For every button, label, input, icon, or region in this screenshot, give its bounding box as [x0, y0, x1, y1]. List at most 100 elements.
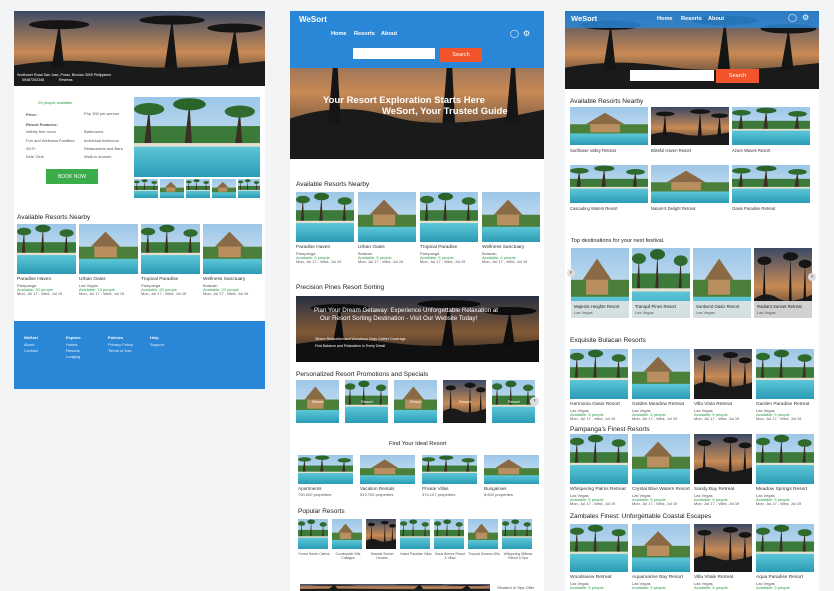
resort-card-name[interactable]: Aqua Paradise Resort — [756, 575, 803, 580]
gallery-thumb[interactable] — [212, 179, 236, 198]
resort-card-image[interactable] — [79, 224, 138, 274]
resort-card-image[interactable] — [732, 107, 810, 145]
resort-card-name[interactable]: Tropical Paradise — [420, 245, 457, 250]
resort-card-image[interactable] — [570, 524, 628, 572]
resort-card-image[interactable] — [694, 349, 752, 399]
popular-card-name[interactable]: Island Paradise Villas — [400, 552, 432, 556]
settings-icon[interactable]: ⚙ — [523, 29, 530, 38]
resort-card-image[interactable] — [694, 524, 752, 572]
popular-card-image[interactable] — [434, 519, 464, 549]
popular-card-name[interactable]: Whispering Willows Resort & Spa — [502, 552, 534, 560]
popular-card-name[interactable]: Seaside Sunset Houses — [366, 552, 398, 560]
carousel-next-icon[interactable]: › — [530, 397, 539, 406]
brand-logo[interactable]: WeSort — [299, 15, 327, 24]
book-now-button[interactable]: BOOK NOW — [46, 169, 98, 184]
resort-card-image[interactable] — [756, 524, 814, 572]
destination-card-name[interactable]: Tranquil Pines Resort — [635, 304, 676, 309]
hero-reviews[interactable]: Reviews — [59, 78, 73, 82]
resort-card-name[interactable]: Urban Oasis — [79, 277, 106, 282]
resort-card-name[interactable]: Urban Oasis — [358, 245, 385, 250]
resort-card-name[interactable]: Blissful Haven Resort — [651, 148, 691, 153]
footer-link[interactable]: About — [24, 342, 34, 347]
popular-card-name[interactable]: Tropical Dreams Villa — [468, 552, 500, 556]
ideal-card-name[interactable]: Bungalows — [484, 486, 506, 491]
destination-card-name[interactable]: Radiant Sunset Retreat — [757, 304, 802, 309]
resort-card-image[interactable] — [651, 107, 729, 145]
popular-card-image[interactable] — [366, 519, 396, 549]
resort-card-name[interactable]: Nature's Delight Retreat — [651, 206, 696, 211]
resort-card-name[interactable]: Villa Vista Retreat — [694, 402, 732, 407]
resort-card-image[interactable] — [17, 224, 76, 274]
reviews-link[interactable]: 29 people available — [38, 100, 72, 105]
resort-card-image[interactable] — [203, 224, 262, 274]
destination-card-name[interactable]: Sunburst Oasis Resort — [696, 304, 739, 309]
ideal-card-image[interactable] — [360, 455, 415, 484]
popular-card-image[interactable] — [468, 519, 498, 549]
footer-link[interactable]: Lodging — [66, 354, 80, 359]
resort-card-name[interactable]: Meadow Springs Resort — [756, 487, 807, 492]
search-input[interactable] — [630, 70, 714, 81]
resort-card-image[interactable] — [694, 434, 752, 484]
resort-card-image[interactable] — [482, 192, 540, 242]
resort-card-name[interactable]: Tropical Paradise — [141, 277, 178, 282]
brand-logo[interactable]: WeSort — [571, 14, 597, 23]
settings-icon[interactable]: ⚙ — [802, 13, 809, 22]
resort-card-image[interactable] — [420, 192, 478, 242]
popular-card-image[interactable] — [332, 519, 362, 549]
footer-link[interactable]: Resorts — [66, 348, 80, 353]
resort-card-name[interactable]: Wellness Sanctuary — [203, 277, 245, 282]
resort-card-image[interactable] — [632, 524, 690, 572]
resort-card-image[interactable] — [756, 349, 814, 399]
resort-card-image[interactable] — [570, 107, 648, 145]
resort-card-name[interactable]: Paradise Haven — [17, 277, 51, 282]
resort-card-image[interactable] — [570, 165, 648, 203]
nav-about[interactable]: About — [708, 16, 724, 22]
resort-card-image[interactable] — [632, 434, 690, 484]
resort-card-image[interactable] — [632, 349, 690, 399]
resort-card-name[interactable]: Sunflower Valley Retreat — [570, 148, 616, 153]
ideal-card-image[interactable] — [298, 455, 353, 484]
search-button[interactable]: Search — [716, 69, 759, 83]
popular-card-image[interactable] — [298, 519, 328, 549]
carousel-next-icon[interactable]: › — [808, 273, 816, 281]
carousel-prev-icon[interactable]: ‹ — [567, 269, 575, 277]
resort-card-image[interactable] — [296, 192, 354, 242]
resort-card-name[interactable]: Woodsview Retreat — [570, 575, 612, 580]
ideal-card-name[interactable]: Private Villas — [422, 486, 448, 491]
resort-card-name[interactable]: Oasis Paradise Retreat — [732, 206, 775, 211]
gallery-thumb[interactable] — [134, 179, 158, 198]
footer-link[interactable]: Support — [150, 342, 164, 347]
ideal-card-name[interactable]: Vacation Rentals — [360, 486, 394, 491]
bell-icon[interactable]: ◯ — [788, 13, 797, 22]
resort-card-image[interactable] — [756, 434, 814, 484]
popular-card-name[interactable]: Oasis Breeze Resort & Villas — [434, 552, 466, 560]
gallery-thumb[interactable] — [186, 179, 210, 198]
resort-card-name[interactable]: Wellness Sanctuary — [482, 245, 524, 250]
resort-card-image[interactable] — [141, 224, 200, 274]
ideal-card-image[interactable] — [422, 455, 477, 484]
resort-card-name[interactable]: Harmonia Oasis Resort — [570, 402, 620, 407]
popular-card-image[interactable] — [400, 519, 430, 549]
resort-card-name[interactable]: Cascading Waters Resort — [570, 206, 618, 211]
bell-icon[interactable]: ◯ — [510, 29, 519, 38]
footer-link[interactable]: Hotels — [66, 342, 77, 347]
ideal-card-image[interactable] — [484, 455, 539, 484]
resort-card-name[interactable]: Azure Waves Resort — [732, 148, 770, 153]
resort-card-name[interactable]: Villa Vitale Retreat — [694, 575, 733, 580]
resort-card-image[interactable] — [358, 192, 416, 242]
resort-card-image[interactable] — [732, 165, 810, 203]
nav-home[interactable]: Home — [331, 31, 347, 37]
gallery-thumb[interactable] — [160, 179, 184, 198]
resort-card-name[interactable]: Whispering Palms Retreat — [570, 487, 626, 492]
footer-link[interactable]: Contact — [24, 348, 38, 353]
gallery-thumb[interactable] — [238, 179, 260, 198]
search-button[interactable]: Search — [440, 48, 482, 62]
resort-card-image[interactable] — [570, 349, 628, 399]
nav-about[interactable]: About — [381, 31, 397, 37]
resort-card-image[interactable] — [570, 434, 628, 484]
nav-home[interactable]: Home — [657, 16, 673, 22]
search-input[interactable] — [353, 48, 435, 59]
resort-card-name[interactable]: Golden Meadow Retreat — [632, 402, 684, 407]
resort-card-name[interactable]: Sandy Bay Retreat — [694, 487, 734, 492]
popular-card-name[interactable]: Forest Haven Cabins — [298, 552, 330, 556]
